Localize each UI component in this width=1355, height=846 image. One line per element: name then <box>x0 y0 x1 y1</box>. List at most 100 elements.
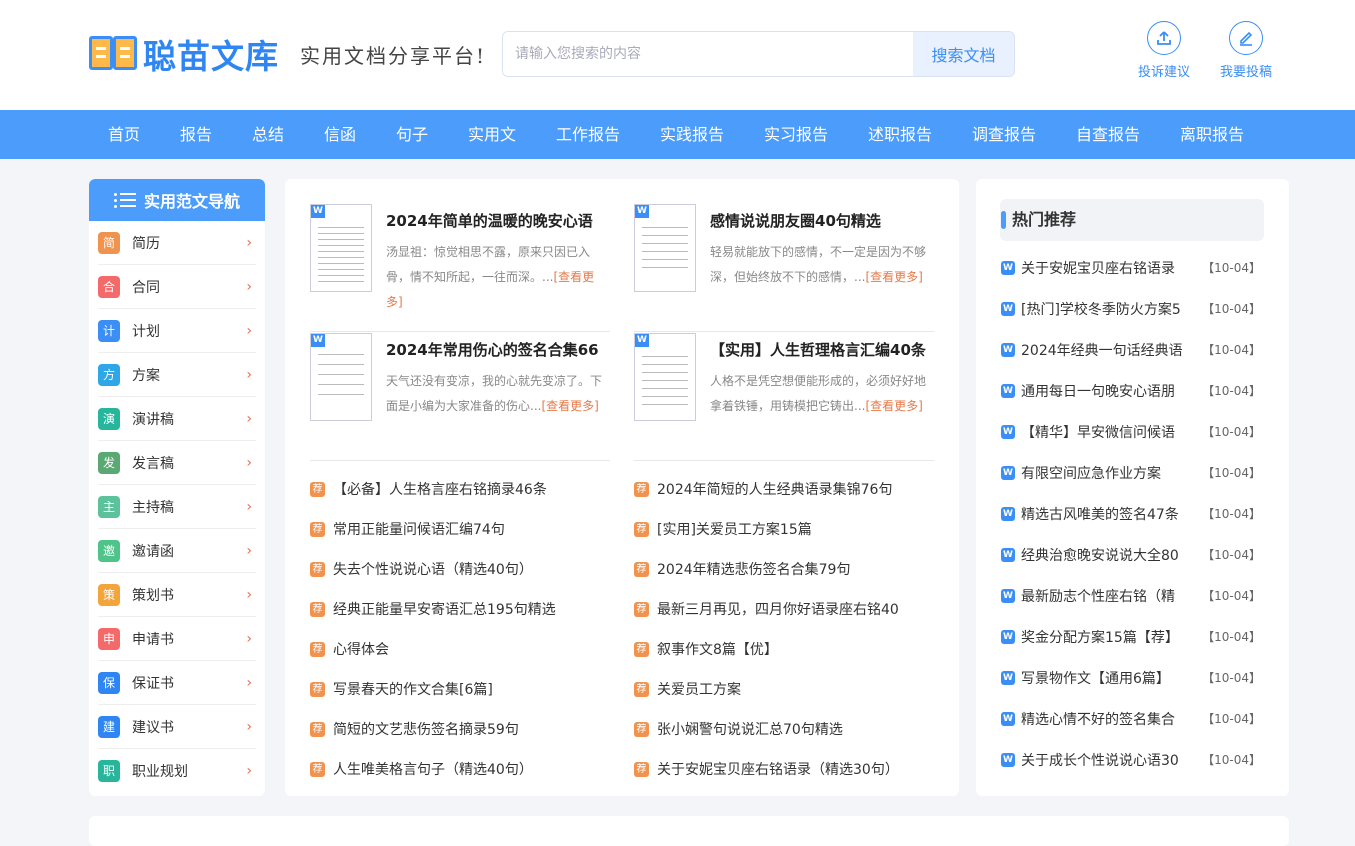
hot-item[interactable]: W 2024年经典一句话经典语 【10-04】 <box>1001 329 1261 370</box>
site-logo[interactable]: 聪苗文库 <box>89 30 279 78</box>
sidebar-item[interactable]: 建建议书 › <box>98 705 256 749</box>
word-doc-icon: W <box>1001 383 1015 398</box>
book-logo-icon <box>89 32 139 76</box>
recommend-badge-icon: 荐 <box>310 681 325 697</box>
list-item[interactable]: 荐张小娴警句说说汇总70句精选 <box>634 709 934 749</box>
list-item[interactable]: 荐简短的文艺悲伤签名摘录59句 <box>310 709 610 749</box>
featured-doc-card[interactable]: W 感情说说朋友圈40句精选 轻易就能放下的感情，不一定是因为不够深，但始终放不… <box>634 204 934 332</box>
list-item[interactable]: 荐人生唯美格言句子（精选40句） <box>310 749 610 789</box>
sidebar-item[interactable]: 邀邀请函 › <box>98 529 256 573</box>
hot-item[interactable]: W 最新励志个性座右铭（精 【10-04】 <box>1001 575 1261 616</box>
list-item[interactable]: 荐写景春天的作文合集[6篇] <box>310 669 610 709</box>
list-item[interactable]: 荐常用正能量问候语汇编74句 <box>310 509 610 549</box>
recommend-badge-icon: 荐 <box>310 601 325 617</box>
featured-doc-card[interactable]: W 2024年常用伤心的签名合集66 天气还没有变凉，我的心就先变凉了。下面是小… <box>310 333 610 461</box>
list-item[interactable]: 荐 2024年简短的人生经典语录集锦76句 <box>634 469 934 509</box>
list-item-title: [实用]关爱员工方案15篇 <box>657 522 812 538</box>
chevron-right-icon: › <box>246 499 252 515</box>
sidebar-item[interactable]: 简简历 › <box>98 221 256 265</box>
hot-item[interactable]: W 经典治愈晚安说说大全80 【10-04】 <box>1001 534 1261 575</box>
nav-item[interactable]: 调查报告 <box>972 110 1036 159</box>
main-content: W 2024年简单的温暖的晚安心语 汤显祖：惊觉相思不露，原来只因已入骨，情不知… <box>285 179 959 796</box>
list-item[interactable]: 荐经典正能量早安寄语汇总195句精选 <box>310 589 610 629</box>
site-slogan: 实用文档分享平台! <box>300 44 487 68</box>
recommend-badge-icon: 荐 <box>634 721 649 737</box>
featured-doc-card[interactable]: W 【实用】人生哲理格言汇编40条 人格不是凭空想便能形成的，必须好好地拿着铁锤… <box>634 333 934 461</box>
list-item-title: 关爱员工方案 <box>657 682 741 698</box>
hot-item-title: 精选心情不好的签名集合 <box>1021 711 1175 728</box>
nav-item[interactable]: 实用文 <box>468 110 516 159</box>
view-more-link[interactable]: [查看更多] <box>865 270 922 284</box>
nav-item[interactable]: 述职报告 <box>868 110 932 159</box>
sidebar-item-label: 策划书 <box>132 587 174 604</box>
hot-item[interactable]: W 精选心情不好的签名集合 【10-04】 <box>1001 698 1261 739</box>
nav-item[interactable]: 实习报告 <box>764 110 828 159</box>
nav-item[interactable]: 总结 <box>252 110 284 159</box>
view-more-link[interactable]: [查看更多] <box>865 399 922 413</box>
recommend-list-left: 荐【必备】人生格言座右铭摘录46条荐常用正能量问候语汇编74句荐失去个性说说心语… <box>310 469 610 789</box>
doc-title[interactable]: 感情说说朋友圈40句精选 <box>710 210 881 231</box>
list-item[interactable]: 荐最新三月再见，四月你好语录座右铭40 <box>634 589 934 629</box>
list-item[interactable]: 荐叙事作文8篇【优】 <box>634 629 934 669</box>
doc-title[interactable]: 2024年常用伤心的签名合集66 <box>386 339 599 360</box>
sidebar-item[interactable]: 计计划 › <box>98 309 256 353</box>
nav-item[interactable]: 报告 <box>180 110 212 159</box>
doc-title[interactable]: 2024年简单的温暖的晚安心语 <box>386 210 593 231</box>
hot-item[interactable]: W 关于成长个性说说心语30 【10-04】 <box>1001 739 1261 780</box>
sidebar-item[interactable]: 发发言稿 › <box>98 441 256 485</box>
hot-item[interactable]: W 关于安妮宝贝座右铭语录 【10-04】 <box>1001 247 1261 288</box>
nav-item[interactable]: 工作报告 <box>556 110 620 159</box>
list-item[interactable]: 荐【必备】人生格言座右铭摘录46条 <box>310 469 610 509</box>
category-badge: 主 <box>98 495 120 518</box>
hot-item[interactable]: W 通用每日一句晚安心语朋 【10-04】 <box>1001 370 1261 411</box>
category-badge: 发 <box>98 451 120 474</box>
hot-item[interactable]: W [热门]学校冬季防火方案5 【10-04】 <box>1001 288 1261 329</box>
hot-item-title: 2024年经典一句话经典语 <box>1021 342 1183 359</box>
nav-item[interactable]: 离职报告 <box>1180 110 1244 159</box>
doc-thumbnail: W <box>634 204 696 292</box>
complaint-link[interactable]: 投诉建议 <box>1129 21 1199 80</box>
hot-item[interactable]: W 【精华】早安微信问候语 【10-04】 <box>1001 411 1261 452</box>
nav-item[interactable]: 首页 <box>108 110 140 159</box>
word-doc-icon: W <box>1001 547 1015 562</box>
search-button[interactable]: 搜索文档 <box>913 32 1014 76</box>
hot-item[interactable]: W 精选古风唯美的签名47条 【10-04】 <box>1001 493 1261 534</box>
nav-item[interactable]: 自查报告 <box>1076 110 1140 159</box>
list-item-title: 心得体会 <box>333 642 389 658</box>
sidebar-item[interactable]: 申申请书 › <box>98 617 256 661</box>
hot-item-date: 【10-04】 <box>1202 753 1261 767</box>
list-item-title: 最新三月再见，四月你好语录座右铭40 <box>657 602 899 618</box>
list-item[interactable]: 荐 [实用]关爱员工方案15篇 <box>634 509 934 549</box>
sidebar-item[interactable]: 方方案 › <box>98 353 256 397</box>
sidebar-item[interactable]: 合合同 › <box>98 265 256 309</box>
sidebar-item[interactable]: 演演讲稿 › <box>98 397 256 441</box>
list-item[interactable]: 荐关爱员工方案 <box>634 669 934 709</box>
list-item[interactable]: 荐 2024年精选悲伤签名合集79句 <box>634 549 934 589</box>
list-item[interactable]: 荐关于安妮宝贝座右铭语录（精选30句） <box>634 749 934 789</box>
hot-item[interactable]: W 奖金分配方案15篇【荐】 【10-04】 <box>1001 616 1261 657</box>
chevron-right-icon: › <box>246 367 252 383</box>
sidebar-item[interactable]: 主主持稿 › <box>98 485 256 529</box>
list-item-title: 经典正能量早安寄语汇总195句精选 <box>333 602 556 618</box>
view-more-link[interactable]: [查看更多] <box>541 399 598 413</box>
hot-item[interactable]: W 有限空间应急作业方案 【10-04】 <box>1001 452 1261 493</box>
featured-doc-card[interactable]: W 2024年简单的温暖的晚安心语 汤显祖：惊觉相思不露，原来只因已入骨，情不知… <box>310 204 610 332</box>
sidebar-item-label: 职业规划 <box>132 764 188 780</box>
submit-article-link[interactable]: 我要投稿 <box>1211 21 1281 80</box>
logo-text: 聪苗文库 <box>143 37 279 76</box>
doc-excerpt: 人格不是凭空想便能形成的，必须好好地拿着铁锤，用铸模把它铸出...[查看更多] <box>710 374 927 413</box>
hot-title: 热门推荐 <box>1000 199 1264 241</box>
list-item[interactable]: 荐心得体会 <box>310 629 610 669</box>
search-input[interactable] <box>503 32 913 76</box>
sidebar-item[interactable]: 职职业规划 › <box>98 749 256 793</box>
nav-item[interactable]: 实践报告 <box>660 110 724 159</box>
sidebar-item[interactable]: 保保证书 › <box>98 661 256 705</box>
sidebar-item[interactable]: 策策划书 › <box>98 573 256 617</box>
doc-title[interactable]: 【实用】人生哲理格言汇编40条 <box>710 339 926 360</box>
list-item[interactable]: 荐失去个性说说心语（精选40句） <box>310 549 610 589</box>
nav-item[interactable]: 信函 <box>324 110 356 159</box>
hot-item[interactable]: W 写景物作文【通用6篇】 【10-04】 <box>1001 657 1261 698</box>
category-badge: 简 <box>98 231 120 254</box>
nav-item[interactable]: 句子 <box>396 110 428 159</box>
chevron-right-icon: › <box>246 719 252 735</box>
